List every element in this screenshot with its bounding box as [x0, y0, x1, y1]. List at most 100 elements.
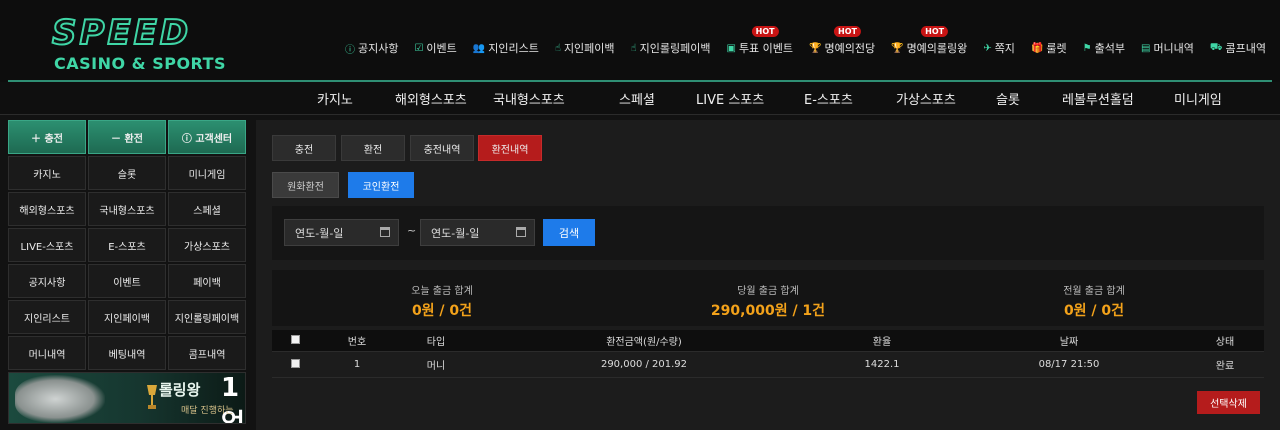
date-to-value: 연도-월-일 [431, 226, 480, 240]
date-to-input[interactable]: 연도-월-일 [420, 219, 535, 246]
logo-subtitle: CASINO & SPORTS [54, 54, 227, 73]
col-amount: 환전금액(원/수량) [606, 337, 682, 348]
main-nav-item[interactable]: 가상스포츠 [896, 89, 956, 108]
top-nav-label: 출석부 [1094, 42, 1125, 55]
main-nav-item[interactable]: 국내형스포츠 [493, 89, 565, 108]
sidebar-item[interactable]: 콤프내역 [168, 336, 246, 370]
sidebar-item[interactable]: 해외형스포츠 [8, 192, 86, 226]
vote-icon: ▣ [726, 42, 736, 54]
sidebar-item[interactable]: 페이백 [168, 264, 246, 298]
support-label: 고객센터 [195, 133, 233, 145]
top-nav-label: 콤프내역 [1225, 42, 1266, 55]
send-icon: ✈ [983, 42, 992, 54]
top-nav-item[interactable]: HOT 🏆 명예의롤링왕 [883, 26, 975, 56]
top-nav-item[interactable]: ⓘ 공지사항 [337, 40, 406, 56]
sidebar-item[interactable]: E-스포츠 [88, 228, 166, 262]
hot-badge: HOT [751, 26, 779, 37]
tab-withdraw[interactable]: 환전 [341, 135, 405, 161]
summary-last-month: 전월 출금 합계 0원 / 0건 [994, 282, 1194, 320]
sidebar-item[interactable]: 지인페이백 [88, 300, 166, 334]
top-nav-label: 머니내역 [1153, 42, 1194, 55]
top-nav-label: 투표 이벤트 [738, 42, 794, 55]
sidebar-item[interactable]: 공지사항 [8, 264, 86, 298]
sidebar-item[interactable]: 국내형스포츠 [88, 192, 166, 226]
main-nav-item[interactable]: 미니게임 [1174, 89, 1222, 108]
main-nav-item[interactable]: 해외형스포츠 [395, 89, 467, 108]
top-nav-item[interactable]: 🎁 룰렛 [1023, 40, 1075, 56]
sidebar-row: 해외형스포츠 국내형스포츠 스페셜 [8, 192, 248, 226]
date-from-value: 연도-월-일 [295, 226, 344, 240]
top-nav-item[interactable]: ⚑ 출석부 [1075, 40, 1133, 56]
summary-label: 오늘 출금 합계 [411, 286, 473, 297]
top-nav-label: 쪽지 [994, 42, 1015, 55]
sidebar-row: 지인리스트 지인페이백 지인롤링페이백 [8, 300, 248, 334]
sidebar-item[interactable]: 이벤트 [88, 264, 166, 298]
sidebar-item[interactable]: 스페셜 [168, 192, 246, 226]
cell-number: 1 [353, 359, 361, 370]
main-nav-item[interactable]: LIVE 스포츠 [696, 89, 764, 108]
row-checkbox[interactable] [290, 358, 300, 368]
main-nav-item[interactable]: 레볼루션홀덤 [1062, 89, 1134, 108]
hot-badge: HOT [833, 26, 861, 37]
subtab-coin-exchange[interactable]: 코인환전 [348, 172, 414, 198]
summary-value: 0원 / 0건 [1063, 303, 1125, 319]
top-nav-item[interactable]: HOT 🏆 명예의전당 [801, 26, 883, 56]
deposit-label: 충전 [44, 133, 63, 145]
sidebar-item[interactable]: LIVE-스포츠 [8, 228, 86, 262]
logo-wordmark: SPEED [51, 13, 192, 53]
top-nav-label: 룰렛 [1046, 42, 1067, 55]
table-row[interactable]: 1 머니 290,000 / 201.92 1422.1 08/17 21:50… [272, 352, 1264, 378]
top-nav-item[interactable]: ⛟ 콤프내역 [1202, 40, 1274, 56]
sidebar-item[interactable]: 지인리스트 [8, 300, 86, 334]
top-nav-item[interactable]: ✈ 쪽지 [975, 40, 1023, 56]
top-nav-item[interactable]: ☝ 지인페이백 [547, 40, 623, 56]
sidebar: ＋ 충전 － 환전 ⓘ 고객센터 카지노 슬롯 미니게임 해외형스포츠 국내형스포츠 스페… [8, 120, 248, 424]
deposit-button[interactable]: ＋ 충전 [8, 120, 86, 154]
cell-type: 머니 [426, 361, 446, 372]
main-nav-item[interactable]: 스페셜 [619, 89, 655, 108]
support-button[interactable]: ⓘ 고객센터 [168, 120, 246, 154]
col-date: 날짜 [1059, 337, 1079, 348]
cell-amount: 290,000 / 201.92 [600, 359, 688, 370]
date-separator: ~ [407, 224, 417, 237]
sidebar-item[interactable]: 지인롤링페이백 [168, 300, 246, 334]
top-nav-item[interactable]: HOT ▣ 투표 이벤트 [718, 26, 801, 56]
select-all-checkbox[interactable] [290, 334, 300, 344]
calendar-check-icon: ☑ [414, 42, 424, 54]
search-button[interactable]: 검색 [543, 219, 595, 246]
summary-value: 0원 / 0건 [411, 303, 473, 319]
tab-withdraw-history[interactable]: 환전내역 [478, 135, 542, 161]
tab-deposit[interactable]: 충전 [272, 135, 336, 161]
main-nav-item[interactable]: 슬롯 [996, 89, 1020, 108]
top-nav-item[interactable]: ▤ 머니내역 [1133, 40, 1202, 56]
sidebar-item[interactable]: 슬롯 [88, 156, 166, 190]
main-nav-item[interactable]: E-스포츠 [804, 89, 853, 108]
sidebar-item[interactable]: 베팅내역 [88, 336, 166, 370]
calendar-icon [516, 227, 526, 237]
top-nav-item[interactable]: 👥 지인리스트 [465, 40, 547, 56]
delete-selected-button[interactable]: 선택삭제 [1197, 391, 1260, 414]
top-nav-item[interactable]: ☝ 지인롤링페이백 [623, 40, 719, 56]
row-select-cell [272, 358, 318, 371]
main-nav-item[interactable]: 카지노 [317, 89, 353, 108]
sidebar-item[interactable]: 카지노 [8, 156, 86, 190]
rolling-king-banner[interactable]: 롤링왕 1억 매달 진행하는 [8, 372, 246, 424]
sidebar-item[interactable]: 머니내역 [8, 336, 86, 370]
sidebar-row: LIVE-스포츠 E-스포츠 가상스포츠 [8, 228, 248, 262]
col-type: 타입 [426, 337, 446, 348]
sidebar-top-row: ＋ 충전 － 환전 ⓘ 고객센터 [8, 120, 248, 154]
col-number: 번호 [347, 337, 367, 348]
sidebar-item[interactable]: 가상스포츠 [168, 228, 246, 262]
cell-date: 08/17 21:50 [1038, 359, 1100, 370]
date-from-input[interactable]: 연도-월-일 [284, 219, 399, 246]
sidebar-item[interactable]: 미니게임 [168, 156, 246, 190]
top-nav-item[interactable]: ☑ 이벤트 [406, 40, 464, 56]
subtab-krw-exchange[interactable]: 원화환전 [272, 172, 339, 198]
sidebar-row: 머니내역 베팅내역 콤프내역 [8, 336, 248, 370]
logo[interactable]: SPEED CASINO & SPORTS [51, 13, 227, 74]
hand-icon: ☝ [554, 42, 561, 54]
car-icon: ⛟ [1209, 41, 1223, 53]
tab-deposit-history[interactable]: 충전내역 [410, 135, 474, 161]
withdraw-button[interactable]: － 환전 [88, 120, 166, 154]
sidebar-row: 카지노 슬롯 미니게임 [8, 156, 248, 190]
